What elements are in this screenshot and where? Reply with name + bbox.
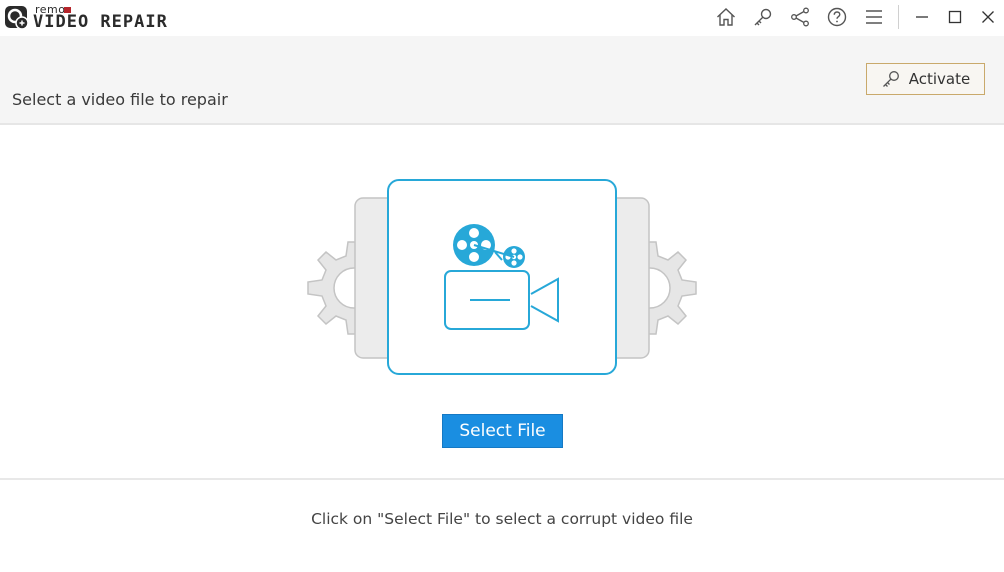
- home-button[interactable]: [707, 3, 744, 31]
- share-icon: [790, 7, 809, 27]
- activate-button[interactable]: Activate: [866, 63, 985, 95]
- key-button[interactable]: [744, 3, 781, 31]
- key-icon: [754, 8, 771, 26]
- home-icon: [716, 8, 735, 26]
- minimize-icon: [915, 16, 928, 18]
- share-button[interactable]: [781, 3, 818, 31]
- footer-divider: [0, 478, 1004, 480]
- maximize-icon: [948, 10, 961, 24]
- help-icon: [827, 7, 846, 27]
- page-header: Activate Select a video file to repair: [0, 36, 1004, 125]
- toolbar-separator: [898, 5, 899, 29]
- video-repair-illustration: [302, 178, 702, 378]
- activate-label: Activate: [908, 70, 971, 88]
- maximize-button[interactable]: [938, 3, 971, 31]
- menu-button[interactable]: [855, 3, 892, 31]
- toolbar: [707, 3, 1004, 31]
- menu-icon: [865, 10, 882, 24]
- close-icon: [981, 11, 994, 23]
- app-logo: remo VIDEO REPAIR: [4, 4, 183, 32]
- minimize-button[interactable]: [905, 3, 938, 31]
- page-title: Select a video file to repair: [12, 90, 228, 109]
- help-button[interactable]: [818, 3, 855, 31]
- close-button[interactable]: [971, 3, 1004, 31]
- logo-product-name: VIDEO REPAIR: [33, 12, 168, 32]
- title-bar: remo VIDEO REPAIR: [0, 0, 1004, 36]
- logo-wordmark: remo VIDEO REPAIR: [33, 4, 183, 32]
- logo-icon: [4, 5, 30, 31]
- select-file-button[interactable]: Select File: [442, 414, 563, 448]
- hint-text: Click on "Select File" to select a corru…: [311, 510, 693, 528]
- key-icon: [882, 71, 899, 87]
